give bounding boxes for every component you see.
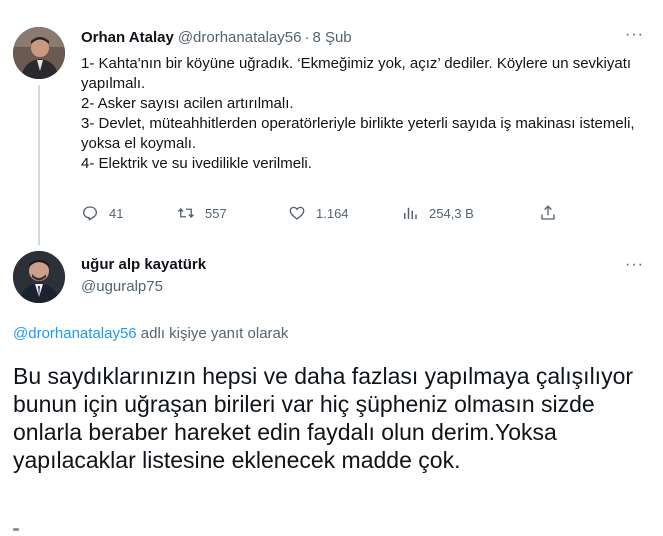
thread-connector-line <box>38 85 40 245</box>
tweet-orhan-atalay[interactable]: Orhan Atalay @drorhanatalay56 · 8 Şub ··· 1… <box>0 0 663 245</box>
view-count: 254,3 B <box>429 205 474 221</box>
cropped-content-fragment <box>13 528 19 531</box>
share-icon <box>541 205 555 220</box>
tweet-thread: Orhan Atalay @drorhanatalay56 · 8 Şub ··· 1… <box>0 0 663 536</box>
avatar-photo-icon <box>13 251 65 303</box>
more-options-icon[interactable]: ··· <box>625 257 644 273</box>
author-handle[interactable]: @uguralp75 <box>81 278 163 295</box>
author-name[interactable]: Orhan Atalay <box>81 29 174 46</box>
retweet-icon <box>177 207 195 219</box>
tweet-line: 2- Asker sayısı acilen artırılmalı. <box>81 95 294 112</box>
like-count: 1.164 <box>316 205 349 221</box>
reply-icon <box>82 206 98 221</box>
tweet-header: Orhan Atalay @drorhanatalay56 · 8 Şub <box>81 29 352 46</box>
views-button[interactable]: 254,3 B <box>401 204 474 222</box>
avatar[interactable] <box>13 27 65 79</box>
views-icon <box>404 207 417 219</box>
tweet-text: Bu saydıklarınızın hepsi ve daha fazlası… <box>13 363 634 473</box>
avatar-photo-icon <box>13 27 65 79</box>
like-button[interactable]: 1.164 <box>288 204 349 222</box>
author-handle[interactable]: @drorhanatalay56 <box>178 29 302 46</box>
tweet-line: 1- Kahta'nın bir köyüne uğradık. ‘Ekmeği… <box>81 55 632 92</box>
share-button[interactable] <box>539 204 557 222</box>
separator-dot: · <box>304 29 310 46</box>
more-options-icon[interactable]: ··· <box>625 27 644 43</box>
tweet-line: 4- Elektrik ve su ivedilikle verilmeli. <box>81 155 312 172</box>
tweet-actions: 41 557 1.164 254,3 B <box>81 204 581 222</box>
author-name[interactable]: uğur alp kayatürk <box>81 256 206 273</box>
retweet-button[interactable]: 557 <box>177 204 227 222</box>
retweet-count: 557 <box>205 205 227 221</box>
reply-count: 41 <box>109 205 124 221</box>
reply-context: @drorhanatalay56 adlı kişiye yanıt olara… <box>13 325 288 342</box>
tweet-line: 3- Devlet, müteahhitlerden operatörleriy… <box>81 115 635 152</box>
like-icon <box>289 206 305 220</box>
reply-mention-link[interactable]: @drorhanatalay56 <box>13 325 137 342</box>
avatar[interactable] <box>13 251 65 303</box>
reply-button[interactable]: 41 <box>81 204 123 222</box>
tweet-text: 1- Kahta'nın bir köyüne uğradık. ‘Ekmeği… <box>81 54 651 174</box>
reply-context-text: adlı kişiye yanıt olarak <box>136 325 289 342</box>
tweet-date[interactable]: 8 Şub <box>312 29 351 46</box>
